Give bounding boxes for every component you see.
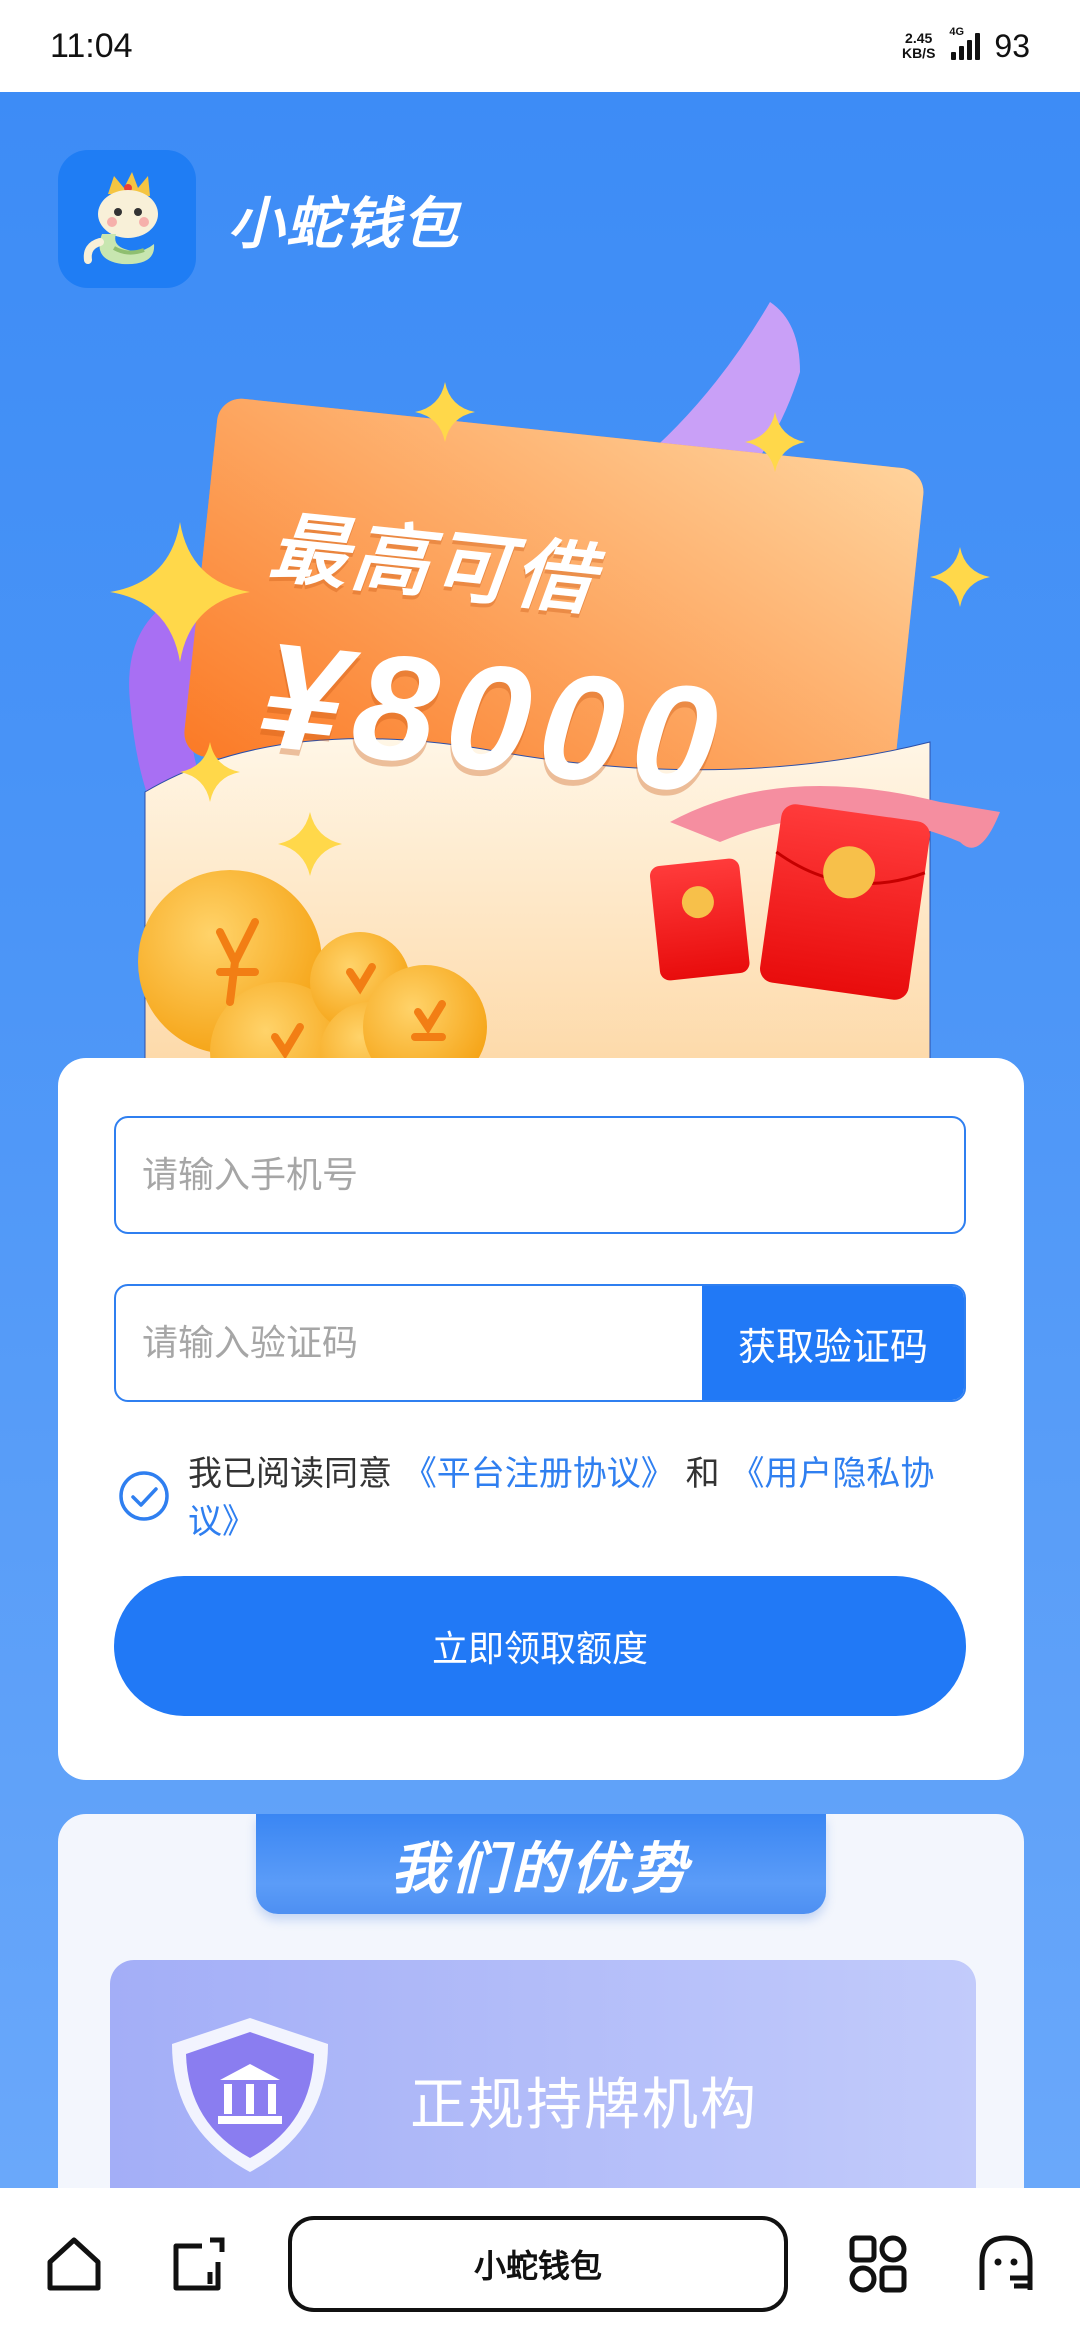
main-content: 小蛇钱包 最高可借 ¥8000 请输入手机号 请输入验证码 获取验证码 我已阅读…: [0, 92, 1080, 2188]
signal-icon: 4G: [949, 26, 981, 60]
agreement-row: 我已阅读同意 《平台注册协议》 和 《用户隐私协议》: [118, 1450, 978, 1546]
get-code-button[interactable]: 获取验证码: [702, 1286, 964, 1400]
apps-button[interactable]: [838, 2224, 918, 2304]
verification-code-input[interactable]: [116, 1286, 706, 1400]
profile-icon: [979, 2235, 1033, 2290]
advantage-label: 正规持牌机构: [410, 2073, 758, 2138]
advantage-item: 正规持牌机构: [110, 1960, 976, 2188]
advantages-title: 我们的优势: [391, 1836, 691, 1902]
status-indicators: 2.45 KB/S 4G 93: [901, 26, 1030, 65]
agreement-checkbox-checked-icon[interactable]: [118, 1470, 170, 1522]
tabs-icon: [173, 2237, 225, 2291]
login-form-card: 获取验证码 我已阅读同意 《平台注册协议》 和 《用户隐私协议》 立即领取额度: [58, 1058, 1024, 1780]
phone-field: [114, 1116, 966, 1234]
home-button[interactable]: [34, 2224, 114, 2304]
bank-shield-icon: [172, 2018, 328, 2172]
verification-code-field: 获取验证码: [114, 1284, 966, 1402]
home-icon: [47, 2237, 101, 2291]
agreement-prefix: 我已阅读同意: [188, 1454, 392, 1494]
current-page-tab[interactable]: 小蛇钱包: [288, 2216, 788, 2312]
tabs-button[interactable]: [158, 2224, 238, 2304]
advantages-section: 我们的优势 正规持牌机构: [58, 1814, 1024, 2188]
app-title: 小蛇钱包: [228, 191, 460, 257]
advantages-title-banner: 我们的优势: [256, 1814, 826, 1914]
registration-agreement-link[interactable]: 《平台注册协议》: [403, 1454, 675, 1494]
agreement-and: 和: [685, 1454, 720, 1494]
app-header: 小蛇钱包: [58, 150, 460, 288]
agreement-text: 我已阅读同意 《平台注册协议》 和 《用户隐私协议》: [188, 1450, 978, 1546]
network-speed: 2.45 KB/S: [901, 30, 936, 61]
status-bar: 11:04 2.45 KB/S 4G 93: [0, 0, 1080, 92]
battery-level: 93: [994, 27, 1030, 64]
status-time: 11:04: [50, 26, 133, 65]
snake-mascot-icon: [83, 172, 158, 265]
claim-credit-button[interactable]: 立即领取额度: [114, 1576, 966, 1716]
phone-input[interactable]: [116, 1118, 964, 1232]
hero-banner: 最高可借 ¥8000: [80, 282, 1020, 1102]
profile-button[interactable]: [966, 2224, 1046, 2304]
app-logo: [58, 150, 196, 288]
bottom-navigation-bar: 小蛇钱包: [0, 2188, 1080, 2340]
apps-icon: [849, 2235, 907, 2293]
